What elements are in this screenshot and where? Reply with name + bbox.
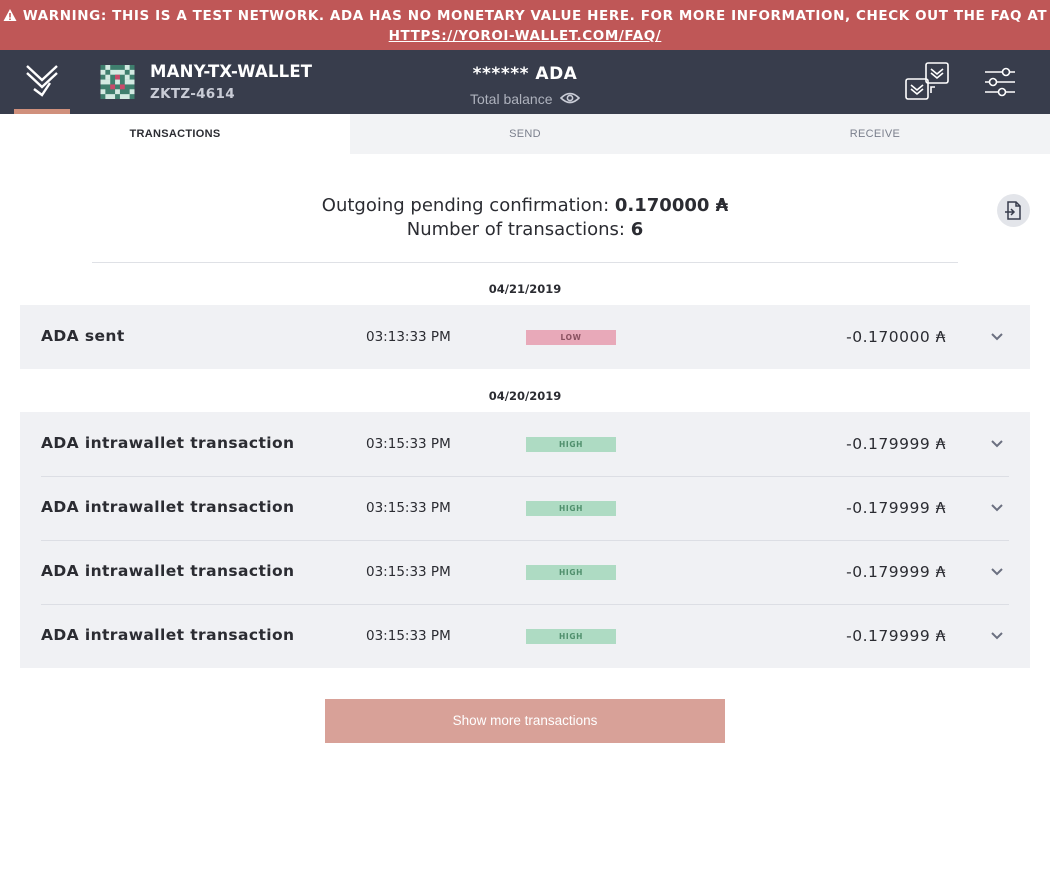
transaction-row[interactable]: ADA intrawallet transaction 03:15:33 PM … xyxy=(20,476,1030,540)
transaction-time: 03:15:33 PM xyxy=(366,500,451,516)
assurance-badge: HIGH xyxy=(526,565,616,580)
transaction-type: ADA sent xyxy=(41,327,125,345)
chevron-down-icon[interactable] xyxy=(990,332,1004,342)
pending-value: 0.170000 ₳ xyxy=(614,195,729,216)
transaction-amount: -0.179999 ₳ xyxy=(846,627,946,645)
yoroi-logo-button[interactable] xyxy=(14,50,70,114)
assurance-badge: HIGH xyxy=(526,501,616,516)
assurance-badge: LOW xyxy=(526,330,616,345)
date-header: 04/20/2019 xyxy=(488,389,562,403)
wallet-plate: ZKTZ-4614 xyxy=(150,86,235,102)
chevron-down-icon[interactable] xyxy=(990,503,1004,513)
tab-receive[interactable]: RECEIVE xyxy=(700,114,1050,154)
faq-link[interactable]: HTTPS://YOROI-WALLET.COM/FAQ/ xyxy=(389,28,662,44)
warning-icon xyxy=(3,9,17,21)
transaction-time: 03:15:33 PM xyxy=(366,564,451,580)
send-receive-icon[interactable] xyxy=(904,61,952,103)
top-bar: MANY-TX-WALLET ZKTZ-4614 ****** ADA Tota… xyxy=(0,50,1050,114)
wallet-name: MANY-TX-WALLET xyxy=(150,62,313,81)
transaction-amount: -0.170000 ₳ xyxy=(846,328,946,346)
assurance-badge: HIGH xyxy=(526,437,616,452)
settings-sliders-icon[interactable] xyxy=(984,66,1016,98)
test-network-warning-banner: WARNING: THIS IS A TEST NETWORK. ADA HAS… xyxy=(0,0,1050,50)
yoroi-logo-icon xyxy=(26,65,58,97)
chevron-down-icon[interactable] xyxy=(990,567,1004,577)
chevron-down-icon[interactable] xyxy=(990,439,1004,449)
transaction-amount: -0.179999 ₳ xyxy=(846,563,946,581)
transaction-time: 03:15:33 PM xyxy=(366,436,451,452)
transaction-row[interactable]: ADA sent 03:13:33 PM LOW -0.170000 ₳ xyxy=(20,305,1030,369)
pending-confirmation-line: Outgoing pending confirmation: 0.170000 … xyxy=(92,194,958,218)
transaction-type: ADA intrawallet transaction xyxy=(41,434,295,452)
transaction-amount: -0.179999 ₳ xyxy=(846,499,946,517)
total-balance-value: ****** ADA xyxy=(472,64,578,84)
tab-transactions[interactable]: TRANSACTIONS xyxy=(0,114,350,154)
wallet-tabs: TRANSACTIONS SEND RECEIVE xyxy=(0,114,1050,154)
transaction-row[interactable]: ADA intrawallet transaction 03:15:33 PM … xyxy=(20,412,1030,476)
date-header: 04/21/2019 xyxy=(488,282,562,296)
transactions-summary: Outgoing pending confirmation: 0.170000 … xyxy=(92,194,958,242)
transaction-amount: -0.179999 ₳ xyxy=(846,435,946,453)
assurance-badge: HIGH xyxy=(526,629,616,644)
show-more-transactions-button[interactable]: Show more transactions xyxy=(325,699,725,743)
transaction-group: ADA sent 03:13:33 PM LOW -0.170000 ₳ xyxy=(20,305,1030,369)
summary-divider xyxy=(92,262,958,263)
export-button[interactable] xyxy=(997,194,1030,227)
count-label: Number of transactions: xyxy=(406,219,625,240)
transaction-row[interactable]: ADA intrawallet transaction 03:15:33 PM … xyxy=(20,604,1030,668)
export-icon xyxy=(1005,201,1021,220)
transaction-time: 03:15:33 PM xyxy=(366,628,451,644)
count-value: 6 xyxy=(630,219,644,240)
chevron-down-icon[interactable] xyxy=(990,631,1004,641)
tab-send[interactable]: SEND xyxy=(350,114,700,154)
transaction-count-line: Number of transactions: 6 xyxy=(92,218,958,242)
total-balance-label: Total balance xyxy=(470,91,553,107)
warning-text: WARNING: THIS IS A TEST NETWORK. ADA HAS… xyxy=(22,8,1048,24)
transaction-group: ADA intrawallet transaction 03:15:33 PM … xyxy=(20,412,1030,668)
transaction-row[interactable]: ADA intrawallet transaction 03:15:33 PM … xyxy=(20,540,1030,604)
transaction-time: 03:13:33 PM xyxy=(366,329,451,345)
transaction-type: ADA intrawallet transaction xyxy=(41,498,295,516)
pending-label: Outgoing pending confirmation: xyxy=(321,195,610,216)
eye-icon[interactable] xyxy=(560,91,580,105)
transaction-type: ADA intrawallet transaction xyxy=(41,626,295,644)
transaction-type: ADA intrawallet transaction xyxy=(41,562,295,580)
wallet-avatar xyxy=(100,65,135,99)
